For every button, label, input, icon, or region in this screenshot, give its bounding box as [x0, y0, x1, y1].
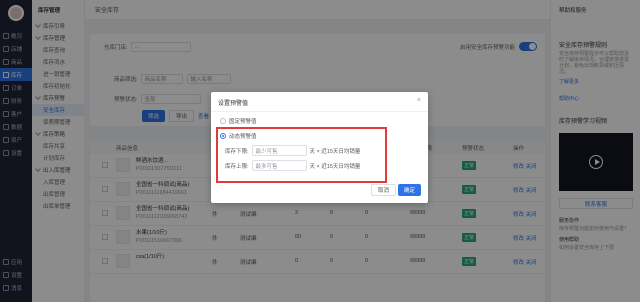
close-icon[interactable]: × [417, 97, 421, 104]
cancel-button[interactable]: 取消 [371, 184, 397, 196]
confirm-button[interactable]: 确定 [398, 184, 422, 196]
fixed-warning-option[interactable]: 固定预警值 [220, 117, 257, 125]
dialog-title: 设置预警值 [218, 101, 249, 107]
radio-icon [220, 118, 226, 124]
dialog-divider [211, 111, 428, 112]
highlight-box [216, 127, 387, 183]
fixed-warning-label: 固定预警值 [229, 119, 257, 125]
